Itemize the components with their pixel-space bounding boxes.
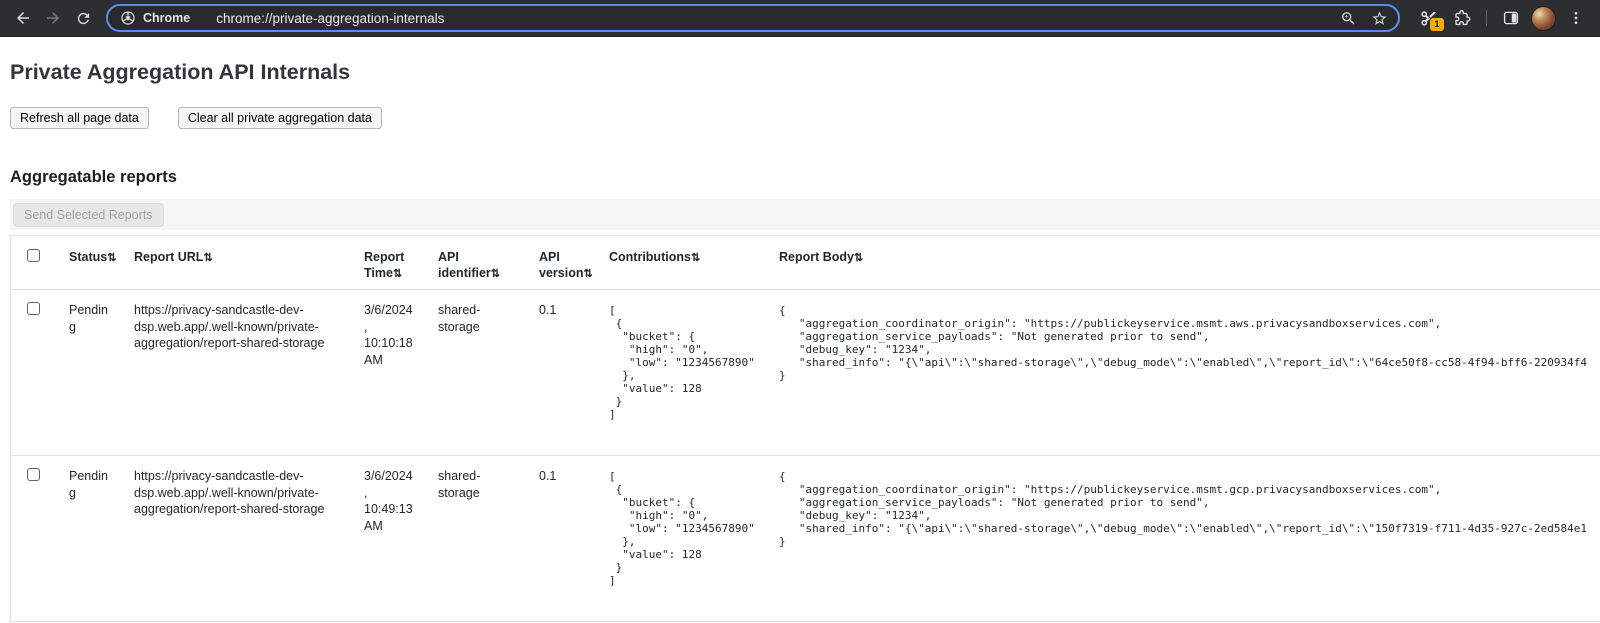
cell-api-version: 0.1 (529, 456, 599, 621)
header-contributions[interactable]: Contributions⇅ (599, 236, 769, 289)
forward-icon (38, 3, 68, 33)
page-title: Private Aggregation API Internals (10, 59, 1590, 86)
row-checkbox-cell (11, 456, 59, 621)
toolbar-actions: 1 (1414, 4, 1590, 32)
extensions-puzzle-icon[interactable] (1448, 4, 1476, 32)
clear-all-button[interactable]: Clear all private aggregation data (178, 107, 382, 129)
header-report-url[interactable]: Report URL⇅ (124, 236, 354, 289)
cell-report-time: 3/6/2024, 10:10:18 AM (354, 290, 428, 455)
three-dot-menu-icon[interactable] (1562, 4, 1590, 32)
table-row: Pending https://privacy-sandcastle-dev-d… (11, 290, 1600, 456)
back-icon[interactable] (8, 3, 38, 33)
extension-badge: 1 (1429, 17, 1445, 33)
row-checkbox[interactable] (27, 302, 40, 315)
cell-status: Pending (59, 290, 124, 455)
cell-api-version: 0.1 (529, 290, 599, 455)
header-status[interactable]: Status⇅ (59, 236, 124, 289)
aggregatable-reports-table: Status⇅ Report URL⇅ Report Time⇅ API ide… (10, 235, 1600, 622)
sort-icon: ⇅ (393, 268, 401, 280)
zoom-icon[interactable] (1340, 10, 1357, 27)
url-text[interactable]: chrome://private-aggregation-internals (216, 11, 1326, 26)
address-bar[interactable]: Chrome chrome://private-aggregation-inte… (106, 4, 1400, 32)
page-actions: Refresh all page data Clear all private … (10, 107, 1590, 129)
reports-controls-bar: Send Selected Reports (10, 199, 1600, 230)
section-title: Aggregatable reports (10, 167, 1590, 188)
cell-report-url: https://privacy-sandcastle-dev-dsp.web.a… (124, 290, 354, 455)
refresh-all-button[interactable]: Refresh all page data (10, 107, 149, 129)
profile-avatar[interactable] (1531, 6, 1556, 31)
header-report-body[interactable]: Report Body⇅ (769, 236, 1600, 289)
toolbar-separator (1486, 10, 1487, 26)
sort-icon: ⇅ (583, 268, 591, 280)
cell-report-body: { "aggregation_coordinator_origin": "htt… (769, 456, 1600, 621)
sort-icon: ⇅ (491, 268, 499, 280)
chrome-logo-icon (120, 10, 136, 26)
cell-api-identifier: shared-storage (428, 290, 529, 455)
cell-api-identifier: shared-storage (428, 456, 529, 621)
header-api-identifier[interactable]: API identifier⇅ (428, 236, 529, 289)
header-report-time[interactable]: Report Time⇅ (354, 236, 428, 289)
side-panel-icon[interactable] (1497, 4, 1525, 32)
bookmark-star-icon[interactable] (1371, 10, 1388, 27)
cell-contributions: [ { "bucket": { "high": "0", "low": "123… (599, 290, 769, 455)
browser-toolbar: Chrome chrome://private-aggregation-inte… (0, 0, 1600, 37)
cell-status: Pending (59, 456, 124, 621)
sort-icon: ⇅ (691, 252, 699, 264)
sort-icon: ⇅ (107, 252, 115, 264)
cell-report-body: { "aggregation_coordinator_origin": "htt… (769, 290, 1600, 455)
table-row: Pending https://privacy-sandcastle-dev-d… (11, 456, 1600, 622)
select-all-checkbox[interactable] (27, 249, 40, 262)
send-selected-reports-button[interactable]: Send Selected Reports (13, 203, 164, 227)
select-all-checkbox-cell (11, 236, 59, 289)
reload-icon[interactable] (68, 3, 98, 33)
sort-icon: ⇅ (854, 252, 862, 264)
cell-report-time: 3/6/2024, 10:49:13 AM (354, 456, 428, 621)
row-checkbox-cell (11, 290, 59, 455)
cell-report-url: https://privacy-sandcastle-dev-dsp.web.a… (124, 456, 354, 621)
row-checkbox[interactable] (27, 468, 40, 481)
table-header-row: Status⇅ Report URL⇅ Report Time⇅ API ide… (11, 236, 1600, 290)
scissors-extension-icon[interactable]: 1 (1414, 4, 1442, 32)
cell-contributions: [ { "bucket": { "high": "0", "low": "123… (599, 456, 769, 621)
chrome-chip-label: Chrome (143, 11, 190, 25)
header-api-version[interactable]: API version⇅ (529, 236, 599, 289)
sort-icon: ⇅ (203, 252, 211, 264)
